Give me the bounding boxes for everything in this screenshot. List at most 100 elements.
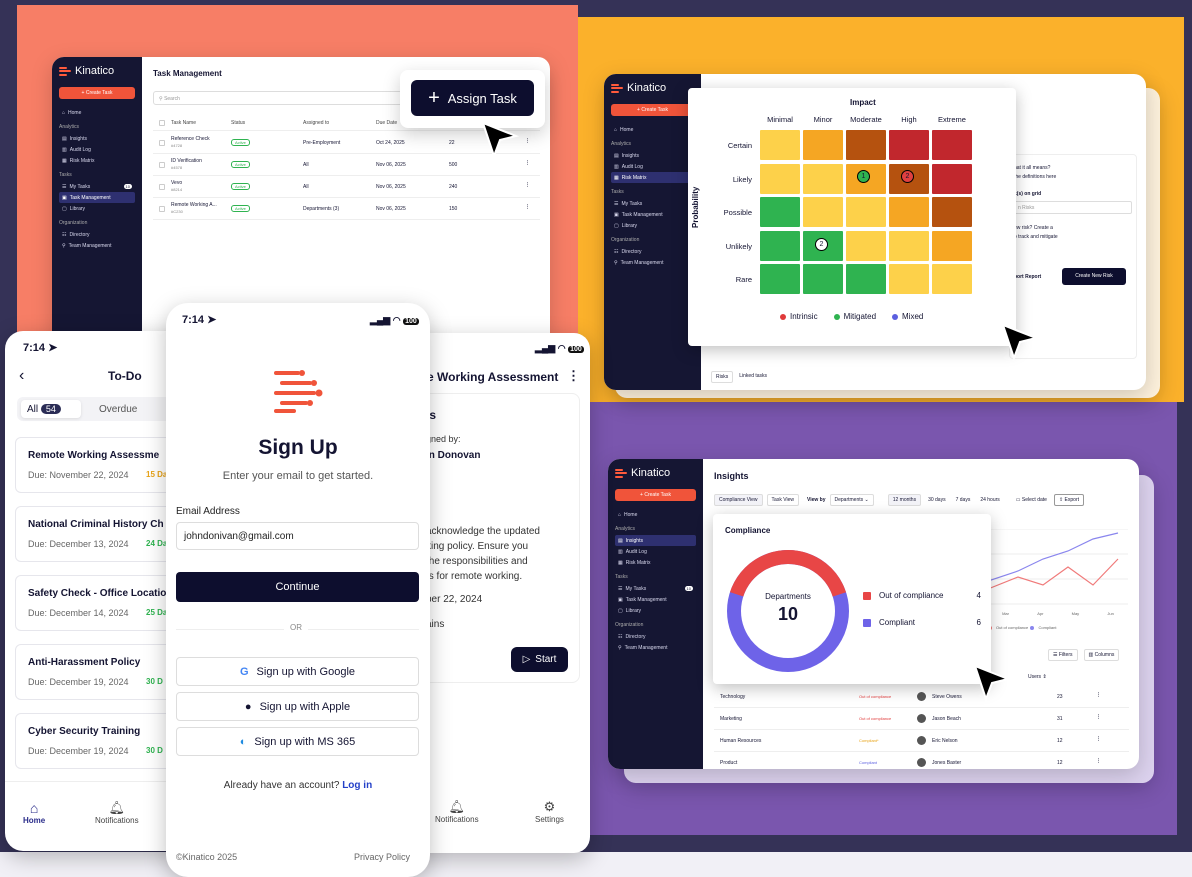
select-all-checkbox[interactable] [159,120,165,126]
nav-library[interactable]: ▢ Library [59,203,135,214]
heatmap-cell[interactable] [760,197,800,227]
export-report-button[interactable]: port Report [1014,274,1041,280]
heatmap-cell[interactable] [803,197,843,227]
google-signup-button[interactable]: G Sign up with Google [176,657,419,686]
nav-risk-matrix[interactable]: ▦ Risk Matrix [59,155,135,166]
create-new-risk-button[interactable]: Create New Risk [1062,268,1126,285]
col-status[interactable]: Status [231,120,245,126]
heatmap-cell[interactable] [803,130,843,160]
nav-team-management[interactable]: ⚲ Team Management [615,642,696,653]
heatmap-cell[interactable] [760,230,800,261]
row-checkbox[interactable] [159,140,165,146]
risk-marker-intrinsic[interactable]: 2 [901,170,914,183]
start-button[interactable]: ▷ Start [511,647,568,672]
view-by-select[interactable]: Departments ⌄ [829,494,874,506]
nav-directory[interactable]: ☷ Directory [615,631,696,642]
table-row[interactable]: Marketing Out of compliance Jason Beach … [714,708,1129,730]
table-row[interactable]: Product Compliant Jones Baxter 12 ⋮ [714,752,1129,769]
heatmap-cell[interactable] [846,264,886,294]
row-checkbox[interactable] [159,184,165,190]
risk-marker-mixed[interactable]: 2 [815,238,828,251]
nav-team-management[interactable]: ⚲ Team Management [59,240,135,251]
nav-tab-notifications[interactable]: 🔔︎ Notifications [435,799,479,824]
more-options-icon[interactable]: ⋮ [567,368,580,384]
nav-insights[interactable]: ▤ Insights [611,150,694,161]
row-more-icon[interactable]: ⋮ [1096,692,1101,698]
risk-marker-mitigated[interactable]: 1 [857,170,870,183]
table-row[interactable]: Human Resources Compliant* Eric Nelson 1… [714,730,1129,752]
nav-task-management[interactable]: ▣ Task Management [615,594,696,605]
nav-team-management[interactable]: ⚲ Team Management [611,257,694,268]
heatmap-cell[interactable] [803,163,843,194]
row-more-icon[interactable]: ⋮ [1096,736,1101,742]
tab-linked-tasks[interactable]: Linked tasks [739,371,767,383]
nav-library[interactable]: ▢ Library [611,220,694,231]
nav-risk-matrix[interactable]: ▦ Risk Matrix [615,557,696,568]
heatmap-cell[interactable] [932,264,972,294]
nav-directory[interactable]: ☷ Directory [611,246,694,257]
nav-my-tasks[interactable]: ☰ My Tasks 10 [615,583,696,594]
nav-insights[interactable]: ▤ Insights [615,535,696,546]
heatmap-cell[interactable] [932,197,972,227]
create-task-button[interactable]: + Create Task [611,104,694,116]
row-more-icon[interactable]: ⋮ [525,160,530,166]
nav-audit-log[interactable]: ▥ Audit Log [615,546,696,557]
nav-task-management[interactable]: ▣ Task Management [611,209,694,220]
row-more-icon[interactable]: ⋮ [1096,758,1101,764]
login-link[interactable]: Log in [342,780,372,791]
assign-task-button[interactable]: + Assign Task [400,70,545,128]
nav-directory[interactable]: ☷ Directory [59,229,135,240]
continue-button[interactable]: Continue [176,572,419,602]
nav-home[interactable]: ⌂ Home [59,107,135,118]
create-task-button[interactable]: + Create Task [615,489,696,501]
tab-risks[interactable]: Risks [711,371,734,383]
heatmap-cell[interactable] [932,230,972,261]
range-12-months[interactable]: 12 months [887,494,922,506]
range-24-hours[interactable]: 24 hours [977,495,1002,505]
heatmap-cell[interactable] [889,230,929,261]
range-7-days[interactable]: 7 days [953,495,974,505]
nav-risk-matrix[interactable]: ▦ Risk Matrix [611,172,694,183]
row-checkbox[interactable] [159,162,165,168]
heatmap-cell[interactable] [889,197,929,227]
heatmap-cell[interactable] [803,264,843,294]
row-more-icon[interactable]: ⋮ [525,182,530,188]
heatmap-cell[interactable] [760,264,800,294]
back-icon[interactable]: ‹ [19,367,24,385]
risk-select[interactable]: n Risks [1014,201,1132,214]
heatmap-cell[interactable] [846,130,886,160]
heatmap-cell[interactable] [889,264,929,294]
row-checkbox[interactable] [159,206,165,212]
col-assigned[interactable]: Assigned to [303,120,329,126]
apple-signup-button[interactable]: ● Sign up with Apple [176,692,419,721]
nav-my-tasks[interactable]: ☰ My Tasks 10 [59,181,135,192]
col-due[interactable]: Due Date [376,120,397,126]
export-button[interactable]: ⇪ Export [1053,494,1084,506]
nav-audit-log[interactable]: ▥ Audit Log [611,161,694,172]
nav-tab-home[interactable]: ⌂ Home [23,800,45,825]
nav-audit-log[interactable]: ▥ Audit Log [59,144,135,155]
heatmap-cell[interactable] [846,230,886,261]
privacy-policy-link[interactable]: Privacy Policy [354,852,410,862]
email-field[interactable]: johndonivan@gmail.com [176,522,419,550]
heatmap-cell[interactable] [760,130,800,160]
heatmap-cell[interactable] [846,197,886,227]
nav-my-tasks[interactable]: ☰ My Tasks [611,198,694,209]
nav-home[interactable]: ⌂ Home [615,509,696,520]
heatmap-cell[interactable] [760,163,800,194]
table-row[interactable]: Vevo #8214 Active All Nov 06, 2025 240 ⋮ [153,176,540,198]
col-task-name[interactable]: Task Name [171,120,196,126]
row-more-icon[interactable]: ⋮ [525,204,530,210]
heatmap-cell[interactable] [932,163,972,194]
row-more-icon[interactable]: ⋮ [525,138,530,144]
search-input[interactable]: ⚲ Search [153,91,403,105]
ms365-signup-button[interactable]: ◐ Sign up with MS 365 [176,727,419,756]
select-date-button[interactable]: ▭ Select date [1013,495,1050,505]
table-row[interactable]: Remote Working A... #C230 Active Departm… [153,198,540,220]
nav-home[interactable]: ⌂ Home [611,124,694,135]
create-task-button[interactable]: + Create Task [59,87,135,99]
users-column-header[interactable]: Users ⇕ [1028,674,1047,680]
nav-insights[interactable]: ▤ Insights [59,133,135,144]
nav-tab-settings[interactable]: ⚙ Settings [535,799,564,824]
row-more-icon[interactable]: ⋮ [1096,714,1101,720]
